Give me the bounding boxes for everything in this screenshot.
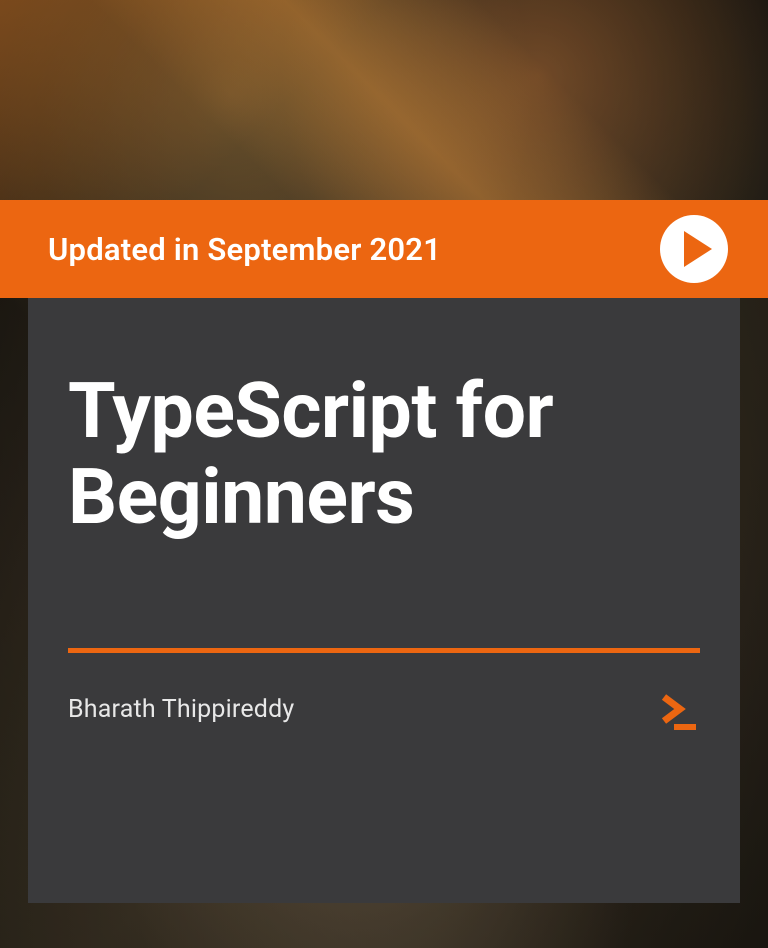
packt-logo-icon xyxy=(656,687,700,731)
divider-line xyxy=(68,648,700,653)
play-icon xyxy=(660,215,728,283)
course-cover: Updated in September 2021 TypeScript for… xyxy=(0,0,768,948)
update-date-text: Updated in September 2021 xyxy=(48,231,441,268)
main-panel: TypeScript for Beginners Bharath Thippir… xyxy=(28,298,740,903)
footer-row: Bharath Thippireddy xyxy=(68,687,700,731)
course-title: TypeScript for Beginners xyxy=(68,368,700,540)
author-name: Bharath Thippireddy xyxy=(68,695,294,724)
play-triangle-icon xyxy=(684,231,712,267)
header-band: Updated in September 2021 xyxy=(0,200,768,298)
